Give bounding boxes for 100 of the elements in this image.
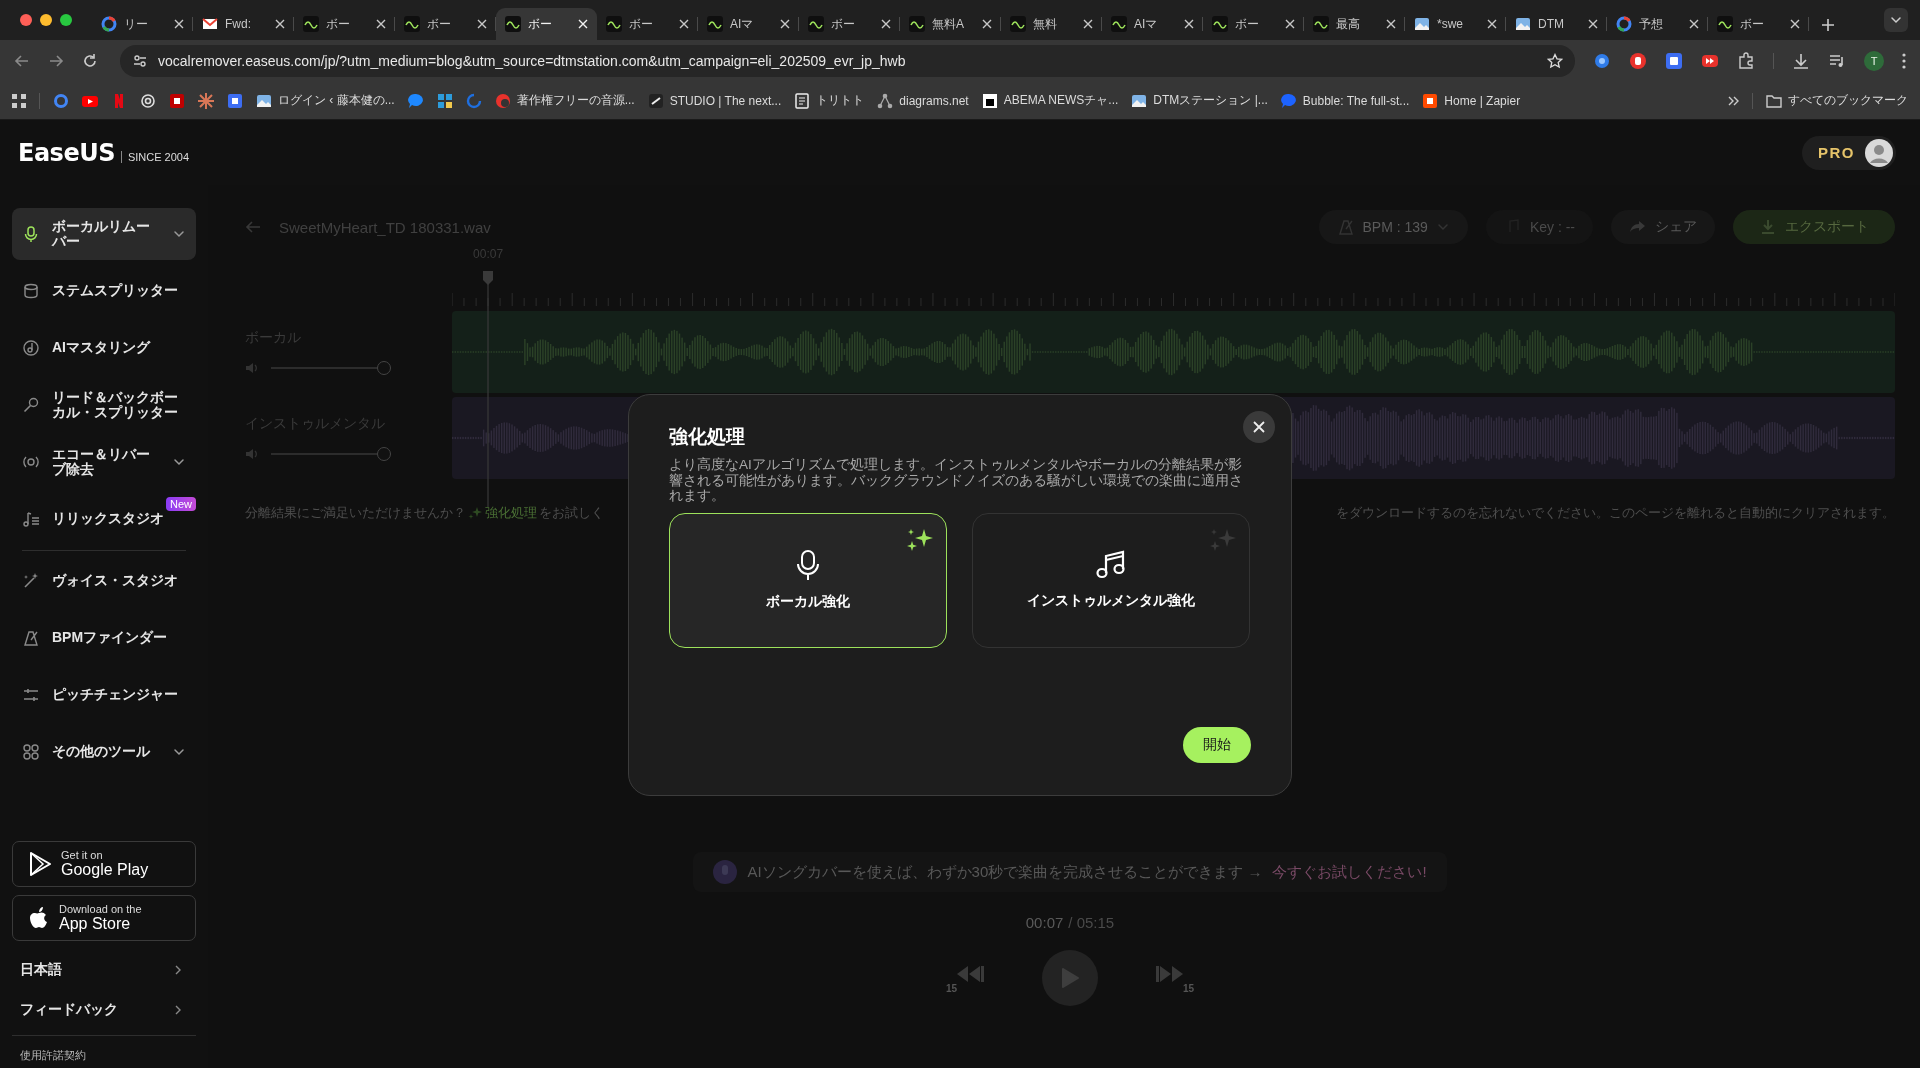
circle-icon [494, 92, 511, 109]
browser-tab[interactable]: ボー [597, 8, 698, 40]
pro-badge[interactable]: PRO [1802, 135, 1896, 170]
browser-tab[interactable]: 予想 [1607, 8, 1708, 40]
playhead[interactable] [482, 271, 495, 507]
minimize-window-button[interactable] [40, 14, 52, 26]
bookmark[interactable]: Home | Zapier [1422, 92, 1521, 109]
avatar-icon [1865, 138, 1893, 167]
landscape-icon [1131, 92, 1148, 109]
square-icon [1665, 52, 1683, 70]
square-icon [1422, 92, 1439, 109]
browser-tab[interactable]: AIマ [698, 8, 799, 40]
close-icon [679, 19, 689, 29]
sidebar-item[interactable]: リード＆バックボーカル・スプリッター [12, 379, 196, 431]
browser-tab[interactable]: AIマ [1102, 8, 1203, 40]
sidebar-item[interactable]: ピッチチェンジャー [12, 669, 196, 721]
option-card[interactable]: ボーカル強化 [669, 512, 947, 648]
wave-icon [1212, 16, 1228, 32]
wave-icon [606, 16, 622, 32]
license-link[interactable]: 使用許諾契約 [12, 1035, 196, 1063]
bookmark[interactable]: 著作権フリーの音源... [494, 92, 635, 109]
store-button[interactable]: Download on the App Store [12, 895, 196, 941]
wave-icon [1010, 16, 1026, 32]
browser-tab[interactable]: Fwd: [193, 8, 294, 40]
star-icon [1547, 53, 1563, 69]
brand-logo[interactable]: EaseUS [18, 139, 115, 167]
sidebar-item[interactable]: リリックスタジオ New [12, 493, 196, 545]
sidebar-item[interactable]: BPMファインダー [12, 612, 196, 664]
close-window-button[interactable] [20, 14, 32, 26]
bookmark[interactable]: diagrams.net [877, 92, 969, 109]
four-circles-icon [22, 743, 40, 761]
page-icon [794, 92, 811, 109]
wave-icon [1313, 16, 1329, 32]
browser-tab[interactable]: 無料 [1001, 8, 1102, 40]
close-icon [1083, 19, 1093, 29]
browser-tab[interactable]: 最高 [1304, 8, 1405, 40]
puzzle-icon [1737, 52, 1755, 70]
close-icon [1790, 19, 1800, 29]
bookmark[interactable]: ログイン ‹ 藤本健の... [256, 92, 395, 109]
swirl-icon [1593, 52, 1611, 70]
menu-icon [1902, 53, 1906, 69]
sidebar-item[interactable]: エコー＆リバーブ除去 [12, 436, 196, 488]
sidebar-item[interactable]: ボーカルリムーバー [12, 208, 196, 260]
start-button[interactable]: 開始 [1183, 727, 1251, 763]
menu-link[interactable]: フィードバック [12, 991, 196, 1029]
close-button[interactable] [1243, 411, 1275, 443]
chevrons-icon [1727, 94, 1739, 107]
option-card[interactable]: インストゥルメンタル強化 [972, 512, 1250, 648]
play-icon [1060, 967, 1080, 989]
address-bar[interactable]: vocalremover.easeus.com/jp/?utm_medium=blog&utm_source=dtmstation.com&utm_campaign=eli_202509_evr_jp_hwb [120, 45, 1575, 77]
bookmark[interactable]: STUDIO | The next... [647, 92, 782, 109]
close-icon [780, 19, 790, 29]
browser-tab[interactable]: ボー [799, 8, 900, 40]
profile-avatar[interactable]: T [1864, 51, 1884, 71]
total-time: / 05:15 [1068, 914, 1115, 931]
browser-tab[interactable]: リー [92, 8, 193, 40]
browser-tab[interactable]: DTM [1506, 8, 1607, 40]
browser-tab[interactable]: ボー [496, 8, 597, 40]
ring-icon [101, 16, 117, 32]
bookmark[interactable]: DTMステーション |... [1131, 92, 1268, 109]
all-bookmarks[interactable]: すべてのブックマーク [1766, 92, 1908, 109]
browser-tab[interactable]: ボー [395, 8, 496, 40]
close-icon [578, 19, 588, 29]
wave-icon [909, 16, 925, 32]
bookmark[interactable]: Bubble: The full-st... [1280, 92, 1410, 109]
download-icon [1759, 218, 1777, 236]
bookmark[interactable]: トリトト [794, 92, 865, 109]
slider-thumb[interactable] [377, 447, 391, 461]
mic-badge-icon [713, 860, 738, 884]
metronome-icon [22, 629, 40, 647]
play-button[interactable] [1042, 950, 1098, 1006]
close-icon [1386, 19, 1396, 29]
disc-icon [22, 339, 40, 357]
speaker-icon [245, 362, 259, 374]
browser-tab[interactable]: 無料A [900, 8, 1001, 40]
sidebar-item[interactable]: ステムスプリッター [12, 265, 196, 317]
browser-tab[interactable]: ボー [1708, 8, 1809, 40]
back-arrow-icon [245, 219, 261, 235]
browser-tab[interactable]: ボー [294, 8, 395, 40]
sidebar-item[interactable]: その他のツール [12, 726, 196, 778]
tab-search-button[interactable] [1884, 8, 1908, 32]
slash-icon [647, 92, 664, 109]
grid-icon [436, 92, 453, 109]
bookmark[interactable]: ABEMA NEWSチャ... [981, 92, 1119, 109]
forward-icon [48, 53, 64, 69]
fast-forward-icon [1701, 52, 1719, 70]
back-icon [14, 53, 30, 69]
cylinder-icon [22, 282, 40, 300]
slider-thumb[interactable] [377, 361, 391, 375]
nodes-icon [877, 92, 894, 109]
store-button[interactable]: Get it on Google Play [12, 841, 196, 887]
knot-icon [140, 92, 156, 109]
sidebar-item[interactable]: AIマスタリング [12, 322, 196, 374]
sidebar-item[interactable]: ヴォイス・スタジオ [12, 555, 196, 607]
browser-tab[interactable]: *swe [1405, 8, 1506, 40]
close-icon [982, 19, 992, 29]
browser-tab[interactable]: ボー [1203, 8, 1304, 40]
menu-link[interactable]: 日本語 [12, 951, 196, 989]
zoom-window-button[interactable] [60, 14, 72, 26]
close-icon [1487, 19, 1497, 29]
